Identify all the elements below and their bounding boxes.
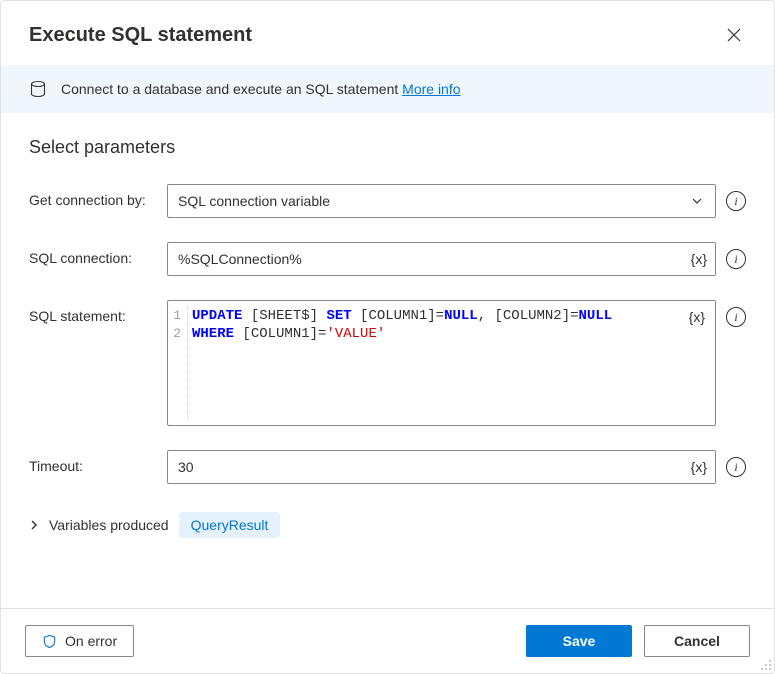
close-icon — [727, 28, 741, 42]
select-get-connection-by[interactable]: SQL connection variable — [167, 184, 716, 218]
input-value: 30 — [178, 459, 194, 475]
label-get-connection-by: Get connection by: — [29, 184, 167, 208]
cancel-button[interactable]: Cancel — [644, 625, 750, 657]
select-value: SQL connection variable — [178, 193, 330, 209]
variable-picker-icon[interactable]: {x} — [691, 459, 707, 475]
info-banner-text: Connect to a database and execute an SQL… — [61, 81, 461, 97]
info-icon[interactable]: i — [726, 307, 746, 327]
code-content: UPDATE [SHEET$] SET [COLUMN1]=NULL, [COL… — [188, 307, 612, 419]
label-sql-connection: SQL connection: — [29, 242, 167, 266]
variable-chip-queryresult[interactable]: QueryResult — [179, 512, 281, 538]
variables-produced-label: Variables produced — [49, 517, 169, 533]
variables-produced-row: Variables produced QueryResult — [29, 512, 746, 538]
row-timeout: Timeout: 30 {x} i — [29, 450, 746, 484]
input-timeout[interactable]: 30 {x} — [167, 450, 716, 484]
more-info-link[interactable]: More info — [402, 81, 460, 97]
input-value: %SQLConnection% — [178, 251, 302, 267]
textarea-sql-statement[interactable]: 1 2 UPDATE [SHEET$] SET [COLUMN1]=NULL, … — [167, 300, 716, 426]
input-sql-connection[interactable]: %SQLConnection% {x} — [167, 242, 716, 276]
chevron-down-icon — [691, 195, 703, 207]
info-icon[interactable]: i — [726, 457, 746, 477]
variable-picker-icon[interactable]: {x} — [691, 251, 707, 267]
dialog-header: Execute SQL statement — [1, 1, 774, 65]
database-icon — [29, 80, 47, 98]
section-heading: Select parameters — [29, 137, 746, 158]
info-icon[interactable]: i — [726, 249, 746, 269]
on-error-label: On error — [65, 633, 117, 649]
close-button[interactable] — [718, 19, 750, 51]
info-icon[interactable]: i — [726, 191, 746, 211]
dialog-title: Execute SQL statement — [29, 24, 252, 47]
row-get-connection-by: Get connection by: SQL connection variab… — [29, 184, 746, 218]
dialog-body: Select parameters Get connection by: SQL… — [1, 113, 774, 608]
dialog-footer: On error Save Cancel — [1, 608, 774, 673]
resize-grip-icon[interactable] — [760, 659, 772, 671]
label-sql-statement: SQL statement: — [29, 300, 167, 324]
save-button[interactable]: Save — [526, 625, 632, 657]
row-sql-connection: SQL connection: %SQLConnection% {x} i — [29, 242, 746, 276]
variable-picker-icon[interactable]: {x} — [689, 309, 705, 325]
chevron-right-icon[interactable] — [29, 520, 39, 530]
info-banner: Connect to a database and execute an SQL… — [1, 65, 774, 113]
label-timeout: Timeout: — [29, 450, 167, 474]
shield-icon — [42, 634, 57, 649]
row-sql-statement: SQL statement: 1 2 UPDATE [SHEET$] SET [… — [29, 300, 746, 426]
dialog: Execute SQL statement Connect to a datab… — [0, 0, 775, 674]
line-gutter: 1 2 — [168, 307, 188, 419]
on-error-button[interactable]: On error — [25, 625, 134, 657]
